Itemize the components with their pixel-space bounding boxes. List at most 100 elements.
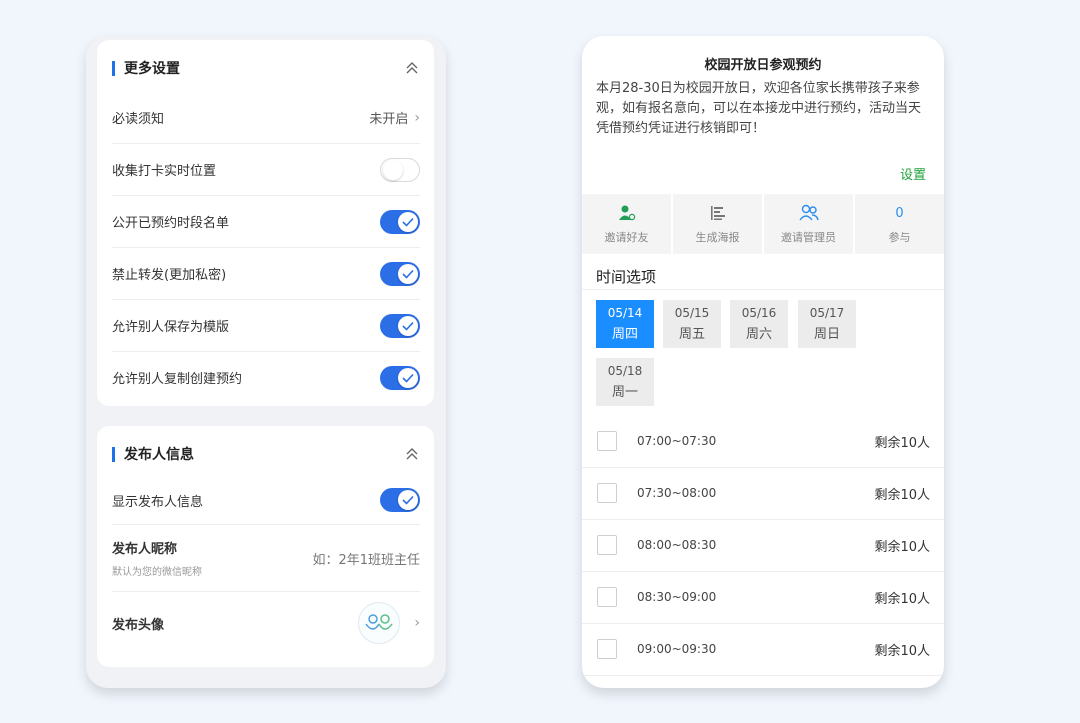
more-settings-title: 更多设置 <box>124 61 180 77</box>
time-slot-row[interactable]: 08:30~09:00 剩余10人 <box>582 571 944 624</box>
public-list-toggle[interactable] <box>380 209 420 234</box>
forbid-forward-toggle[interactable] <box>380 261 420 286</box>
weekday-value: 周六 <box>745 327 772 342</box>
nickname-input[interactable]: 如：2年1班班主任 <box>312 549 420 568</box>
save-template-row: 允许别人保存为模版 <box>112 300 420 352</box>
weekday-value: 周日 <box>813 327 840 342</box>
poster-icon <box>709 203 727 223</box>
date-value: 05/17 <box>809 306 845 320</box>
slot-checkbox[interactable] <box>597 483 617 503</box>
more-settings-card: 更多设置 必读须知 未开启 › 收集打卡实时位置 公开已预约时段名单 禁止转发(… <box>97 40 434 406</box>
poster-label: 生成海报 <box>695 231 740 244</box>
date-option[interactable]: 05/14 周四 <box>596 300 654 348</box>
collect-location-label: 收集打卡实时位置 <box>112 164 217 179</box>
publisher-info-title: 发布人信息 <box>124 447 194 463</box>
chevron-right-icon: › <box>414 109 420 126</box>
date-option[interactable]: 05/18 周一 <box>596 358 654 406</box>
invite-friend-icon <box>618 203 636 223</box>
avatar-logo-icon <box>365 614 394 630</box>
time-options-title: 时间选项 <box>596 268 657 286</box>
copy-create-toggle[interactable] <box>380 365 420 390</box>
collect-location-toggle[interactable] <box>380 157 420 182</box>
slot-remaining: 剩余10人 <box>874 487 930 503</box>
save-template-toggle[interactable] <box>380 313 420 338</box>
publisher-info-header[interactable]: 发布人信息 <box>112 426 420 482</box>
avatar[interactable] <box>358 602 401 644</box>
check-icon <box>398 367 418 388</box>
date-value: 05/16 <box>741 306 777 320</box>
date-option[interactable]: 05/17 周日 <box>798 300 856 348</box>
slot-remaining: 剩余10人 <box>874 643 930 659</box>
chevron-right-icon: › <box>414 615 420 631</box>
slot-checkbox[interactable] <box>597 587 617 607</box>
poster-button[interactable]: 生成海报 <box>673 194 764 254</box>
slot-checkbox[interactable] <box>597 535 617 555</box>
check-icon <box>398 211 418 232</box>
section-marker <box>112 60 115 76</box>
slot-checkbox[interactable] <box>597 431 617 451</box>
settings-link[interactable]: 设置 <box>900 164 926 183</box>
date-option[interactable]: 05/15 周五 <box>663 300 721 348</box>
section-marker <box>112 446 115 462</box>
time-slot-row[interactable]: 07:00~07:30 剩余10人 <box>582 415 944 468</box>
participants-label: 参与 <box>888 231 911 244</box>
date-value: 05/15 <box>674 306 710 320</box>
date-value: 05/14 <box>607 306 643 320</box>
date-value: 05/18 <box>607 364 643 378</box>
slot-time: 07:00~07:30 <box>637 434 717 448</box>
booking-screen: 校园开放日参观预约 本月28-30日为校园开放日，欢迎各位家长携带孩子来参观，如… <box>582 36 944 688</box>
invite-admin-button[interactable]: 邀请管理员 <box>764 194 855 254</box>
participant-count: 0 <box>895 205 904 221</box>
invite-friend-button[interactable]: 邀请好友 <box>582 194 673 254</box>
nickname-hint: 默认为您的微信昵称 <box>112 567 202 578</box>
slot-time: 08:00~08:30 <box>637 538 717 552</box>
check-icon <box>398 490 418 510</box>
collapse-chevron-icon[interactable] <box>404 446 420 462</box>
time-slot-row[interactable]: 07:30~08:00 剩余10人 <box>582 467 944 520</box>
slot-checkbox[interactable] <box>597 639 617 659</box>
settings-screen: 更多设置 必读须知 未开启 › 收集打卡实时位置 公开已预约时段名单 禁止转发(… <box>86 36 446 688</box>
slot-remaining: 剩余10人 <box>874 435 930 451</box>
invite-admin-icon <box>798 203 819 223</box>
time-slot-row[interactable]: 09:00~09:30 剩余10人 <box>582 623 944 676</box>
event-description: 本月28-30日为校园开放日，欢迎各位家长携带孩子来参观，如有报名意向，可以在本… <box>596 81 922 136</box>
must-read-label: 必读须知 <box>112 112 165 127</box>
weekday-value: 周五 <box>678 327 705 342</box>
publisher-info-card: 发布人信息 显示发布人信息 发布人昵称 默认为您的微信昵称 如：2年1班班主任 … <box>97 426 434 667</box>
forbid-forward-label: 禁止转发(更加私密) <box>112 268 227 283</box>
weekday-value: 周四 <box>611 327 638 342</box>
collect-location-row: 收集打卡实时位置 <box>112 144 420 196</box>
forbid-forward-row: 禁止转发(更加私密) <box>112 248 420 300</box>
time-slot-row[interactable]: 08:00~08:30 剩余10人 <box>582 519 944 572</box>
invite-friend-label: 邀请好友 <box>604 231 649 244</box>
slot-remaining: 剩余10人 <box>874 539 930 555</box>
avatar-row[interactable]: 发布头像 › <box>112 592 420 654</box>
show-publisher-label: 显示发布人信息 <box>112 494 204 510</box>
copy-create-label: 允许别人复制创建预约 <box>112 372 243 387</box>
toggle-knob <box>383 159 403 180</box>
more-settings-header[interactable]: 更多设置 <box>112 40 420 96</box>
slot-remaining: 剩余10人 <box>874 591 930 607</box>
show-publisher-toggle[interactable] <box>380 488 420 512</box>
check-icon <box>398 263 418 284</box>
collapse-chevron-icon[interactable] <box>404 60 420 76</box>
date-option[interactable]: 05/16 周六 <box>730 300 788 348</box>
show-publisher-row: 显示发布人信息 <box>112 476 420 525</box>
page-title: 校园开放日参观预约 <box>704 58 822 73</box>
slot-time: 09:00~09:30 <box>637 642 717 656</box>
nickname-row[interactable]: 发布人昵称 默认为您的微信昵称 如：2年1班班主任 <box>112 525 420 592</box>
divider <box>582 289 944 290</box>
invite-admin-label: 邀请管理员 <box>781 231 836 244</box>
save-template-label: 允许别人保存为模版 <box>112 320 230 335</box>
must-read-value: 未开启 <box>369 112 409 127</box>
copy-create-row: 允许别人复制创建预约 <box>112 352 420 403</box>
check-icon <box>398 315 418 336</box>
public-list-label: 公开已预约时段名单 <box>112 216 230 231</box>
slot-time: 07:30~08:00 <box>637 486 717 500</box>
slot-time: 08:30~09:00 <box>637 590 717 604</box>
participants-button[interactable]: 0 参与 <box>855 194 944 254</box>
action-bar: 邀请好友 生成海报 邀请管理员 0 参与 <box>582 194 944 254</box>
public-list-row: 公开已预约时段名单 <box>112 196 420 248</box>
nickname-label: 发布人昵称 <box>112 542 178 557</box>
must-read-row[interactable]: 必读须知 未开启 › <box>112 92 420 144</box>
